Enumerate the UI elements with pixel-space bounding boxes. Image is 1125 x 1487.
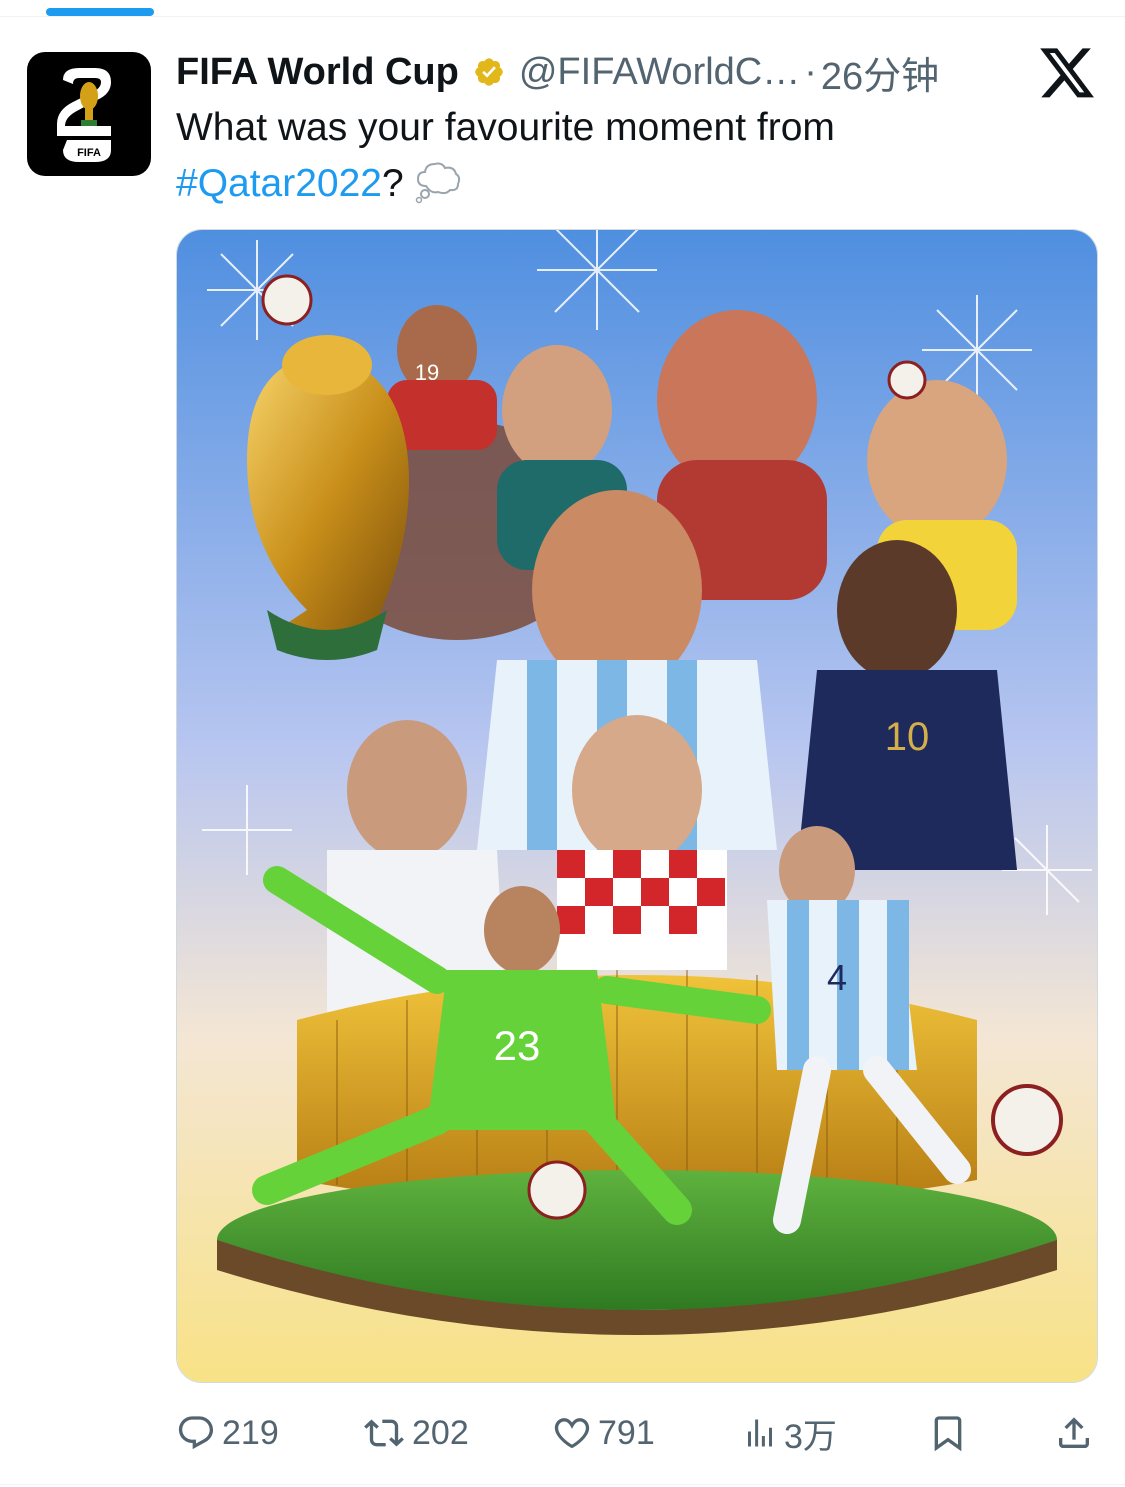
divider [0,16,1125,17]
world-cup-collage-illustration: 10 23 4 19 [177,230,1097,1382]
user-handle[interactable]: @FIFAWorldC… [519,51,800,94]
like-count: 791 [598,1413,655,1452]
views-button[interactable]: 3万 [742,1410,837,1456]
svg-text:4: 4 [827,957,847,998]
reply-icon [178,1416,214,1450]
tweet-text: What was your favourite moment from #Qat… [176,100,1076,220]
x-logo-icon [1040,48,1096,100]
views-count: 3万 [784,1417,837,1456]
bookmark-button[interactable] [928,1410,968,1456]
display-name[interactable]: FIFA World Cup [176,51,459,94]
retweet-icon [364,1419,404,1447]
share-icon [1059,1417,1089,1448]
heart-icon [554,1418,590,1449]
avatar[interactable]: FIFA [27,52,151,176]
hashtag-link[interactable]: #Qatar2022 [176,162,382,205]
tweet-text-suffix: ? [382,162,404,205]
reply-count: 219 [222,1413,279,1452]
svg-text:FIFA: FIFA [77,147,101,159]
timestamp[interactable]: 26分钟 [821,45,939,100]
svg-text:19: 19 [415,360,439,385]
separator: · [804,50,817,93]
retweet-count: 202 [412,1413,469,1452]
svg-text:10: 10 [885,715,930,759]
small-red-player: 19 [415,360,439,385]
divider [0,1484,1125,1485]
retweet-button[interactable]: 202 [362,1410,469,1456]
bookmark-icon [934,1416,962,1452]
verified-badge-icon[interactable] [473,56,505,88]
tweet-header: FIFA World Cup @FIFAWorldC… · 26分钟 [176,48,939,98]
reply-button[interactable]: 219 [176,1410,279,1456]
views-icon [748,1419,772,1447]
svg-text:23: 23 [494,1022,541,1069]
tweet-text-line: What was your favourite moment from [176,106,835,149]
active-tab-indicator [46,8,154,16]
tweet-media-image[interactable]: 10 23 4 19 [176,229,1098,1383]
like-button[interactable]: 791 [552,1410,655,1456]
thought-balloon-icon [414,160,462,220]
share-button[interactable] [1054,1410,1094,1456]
tweet-actions-bar: 219 202 791 3万 [176,1410,1098,1456]
fifa-logo-icon: FIFA [57,68,111,162]
